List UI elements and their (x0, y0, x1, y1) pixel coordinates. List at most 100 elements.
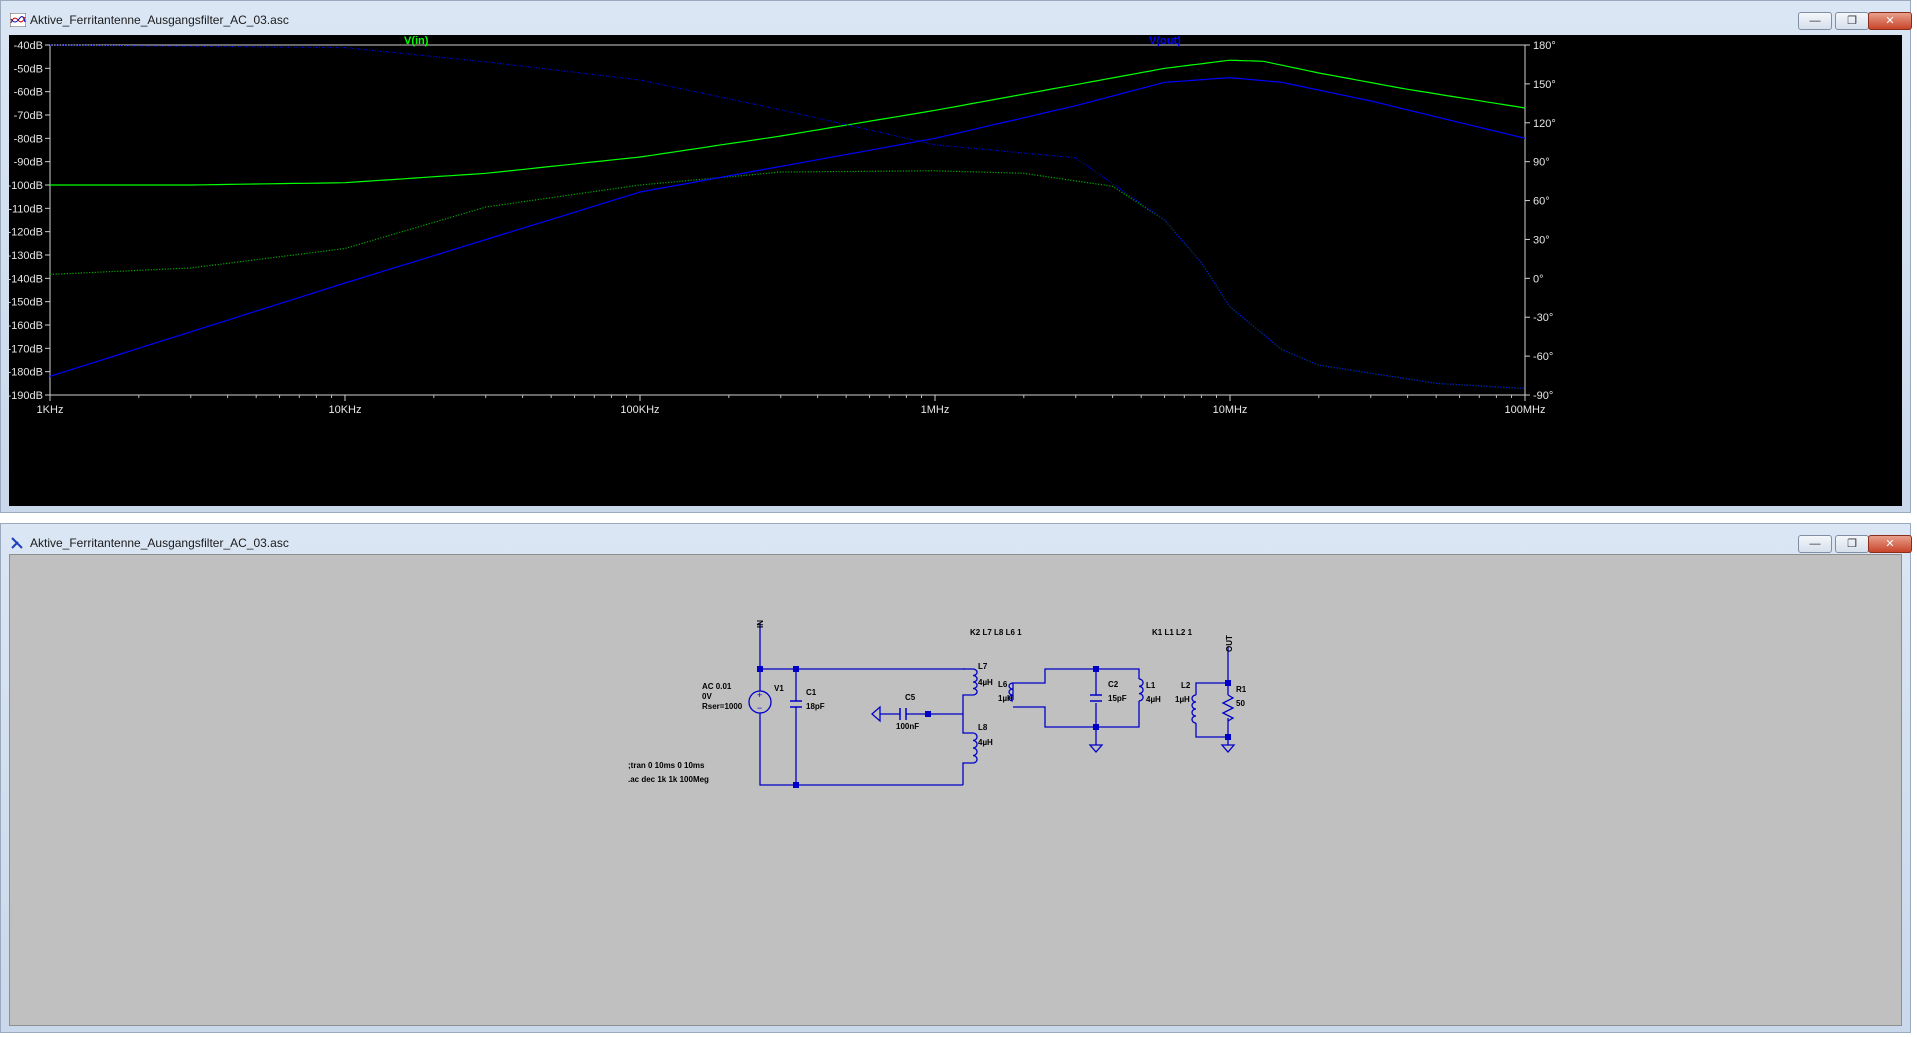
x-tick-label: 1KHz (37, 404, 64, 416)
c5-symbol (899, 708, 907, 720)
v1-value-dc: 0V (702, 692, 712, 701)
y-left-tick-label: -40dB (14, 40, 43, 52)
restore-button[interactable]: ❐ (1835, 535, 1869, 553)
bode-chart[interactable]: -40dB -50dB -60dB -70dB -80dB -90dB -100dB -110… (8, 35, 1902, 507)
trace-v-in-phase (49, 170, 1526, 390)
ground-symbol-c5 (871, 705, 881, 723)
x-tick-label: 100MHz (1505, 404, 1546, 416)
schematic-drawing[interactable]: + − IN OUT AC 0.01 0V Rser=1000 V1 C1 18… (10, 555, 1903, 1025)
v1-plus: + (757, 690, 762, 700)
minimize-button[interactable]: — (1798, 12, 1832, 30)
y-right-tick-label: -90° (1533, 390, 1553, 402)
y-right-tick-label: 120° (1533, 118, 1556, 130)
net-label-out: OUT (1225, 635, 1234, 652)
r1-name: R1 (1236, 685, 1247, 694)
c2-symbol (1090, 694, 1102, 702)
v1-value-rser: Rser=1000 (702, 702, 743, 711)
schematic-canvas[interactable]: + − IN OUT AC 0.01 0V Rser=1000 V1 C1 18… (9, 554, 1902, 1026)
c5-name: C5 (905, 693, 916, 702)
y-left-tick-label: -150dB (9, 297, 43, 309)
y-left-tick-label: -90dB (14, 157, 43, 169)
y-left-tick-label: -100dB (9, 180, 43, 192)
minimize-button[interactable]: — (1798, 535, 1832, 553)
junction-dot (793, 666, 799, 672)
junction-dot (1093, 666, 1099, 672)
y-left-tick-label: -80dB (14, 133, 43, 145)
c5-value: 100nF (896, 722, 919, 731)
trace-v-out-phase (49, 44, 1526, 390)
v1-minus: − (757, 703, 762, 713)
plot-pane[interactable]: -40dB -50dB -60dB -70dB -80dB -90dB -100dB -110… (8, 35, 1902, 507)
v1-name: V1 (774, 684, 784, 693)
c2-name: C2 (1108, 680, 1119, 689)
trace-v-in- (50, 59, 1526, 186)
ground-symbol-r1 (1220, 744, 1236, 753)
y-left-tick-label: -120dB (9, 227, 43, 239)
y-right-tick-label: 0° (1533, 273, 1544, 285)
coupling-directive-k1[interactable]: K1 L1 L2 1 (1152, 628, 1193, 637)
y-right-tick-label: 60° (1533, 196, 1550, 208)
y-right-tick-label: 180° (1533, 40, 1556, 52)
wire-bottom-left (759, 713, 963, 786)
trace-v-out- (49, 77, 1526, 377)
schematic-window: Aktive_Ferritantenne_Ausgangsfilter_AC_0… (0, 523, 1912, 1033)
l7-symbol (972, 668, 978, 696)
x-tick-label: 100KHz (620, 404, 659, 416)
c1-name: C1 (806, 688, 817, 697)
junction-dot (793, 782, 799, 788)
y-left-tick-label: -110dB (9, 203, 43, 215)
y-left-tick-label: -170dB (9, 343, 43, 355)
junction-dot (757, 666, 763, 672)
close-button[interactable]: ✕ (1868, 12, 1912, 30)
v1-value-ac: AC 0.01 (702, 682, 732, 691)
l1-value: 4µH (1146, 695, 1161, 704)
junction-dot (1225, 734, 1231, 740)
c1-value: 18pF (806, 702, 825, 711)
restore-button[interactable]: ❐ (1835, 12, 1869, 30)
spice-directive-ac[interactable]: .ac dec 1k 1k 100Meg (628, 775, 709, 784)
y-left-tick-label: -70dB (14, 110, 43, 122)
y-left-tick-label: -60dB (14, 87, 43, 99)
x-tick-label: 1MHz (921, 404, 950, 416)
l6-name: L6 (998, 680, 1008, 689)
l1-name: L1 (1146, 681, 1156, 690)
y-left-tick-label: -160dB (9, 320, 43, 332)
plot-window-title: Aktive_Ferritantenne_Ausgangsfilter_AC_0… (30, 13, 289, 27)
y-left-tick-label: -130dB (9, 250, 43, 262)
l1-symbol (1138, 678, 1144, 702)
waveform-window: Aktive_Ferritantenne_Ausgangsfilter_AC_0… (0, 0, 1912, 513)
wire-top-left (759, 623, 965, 670)
l7-name: L7 (978, 662, 988, 671)
junction-dot (1093, 724, 1099, 730)
wire-l7-l8 (962, 668, 973, 785)
net-label-in: IN (756, 620, 765, 628)
junction-dot (1225, 680, 1231, 686)
y-left-tick-label: -50dB (14, 63, 43, 75)
waveform-app-icon (10, 13, 26, 27)
y-left-tick-label: -180dB (9, 367, 43, 379)
y-right-tick-label: 150° (1533, 79, 1556, 91)
plot-titlebar[interactable]: Aktive_Ferritantenne_Ausgangsfilter_AC_0… (1, 1, 1912, 39)
x-tick-label: 10KHz (328, 404, 361, 416)
l2-name: L2 (1181, 681, 1191, 690)
r1-symbol (1221, 694, 1235, 722)
spice-directive-tran[interactable]: ;tran 0 10ms 0 10ms (628, 761, 705, 770)
l2-symbol (1191, 694, 1197, 724)
wire-l2-r1 (1195, 682, 1229, 745)
schematic-window-title: Aktive_Ferritantenne_Ausgangsfilter_AC_0… (30, 536, 289, 550)
trace-legend-label: V(in) (404, 35, 429, 47)
y-right-tick-label: -60° (1533, 351, 1553, 363)
schematic-app-icon (11, 537, 23, 549)
l8-value: 4µH (978, 738, 993, 747)
close-button[interactable]: ✕ (1868, 535, 1912, 553)
y-right-tick-label: -30° (1533, 312, 1553, 324)
plot-frame (49, 44, 1526, 396)
c2-value: 15pF (1108, 694, 1127, 703)
trace-legend-label: V(out) (1149, 35, 1181, 47)
coupling-directive-k2[interactable]: K2 L7 L8 L6 1 (970, 628, 1022, 637)
y-right-tick-label: 90° (1533, 157, 1550, 169)
r1-value: 50 (1236, 699, 1245, 708)
l8-name: L8 (978, 723, 988, 732)
l6-value: 1µH (998, 694, 1013, 703)
ground-symbol-c2 (1088, 744, 1104, 753)
